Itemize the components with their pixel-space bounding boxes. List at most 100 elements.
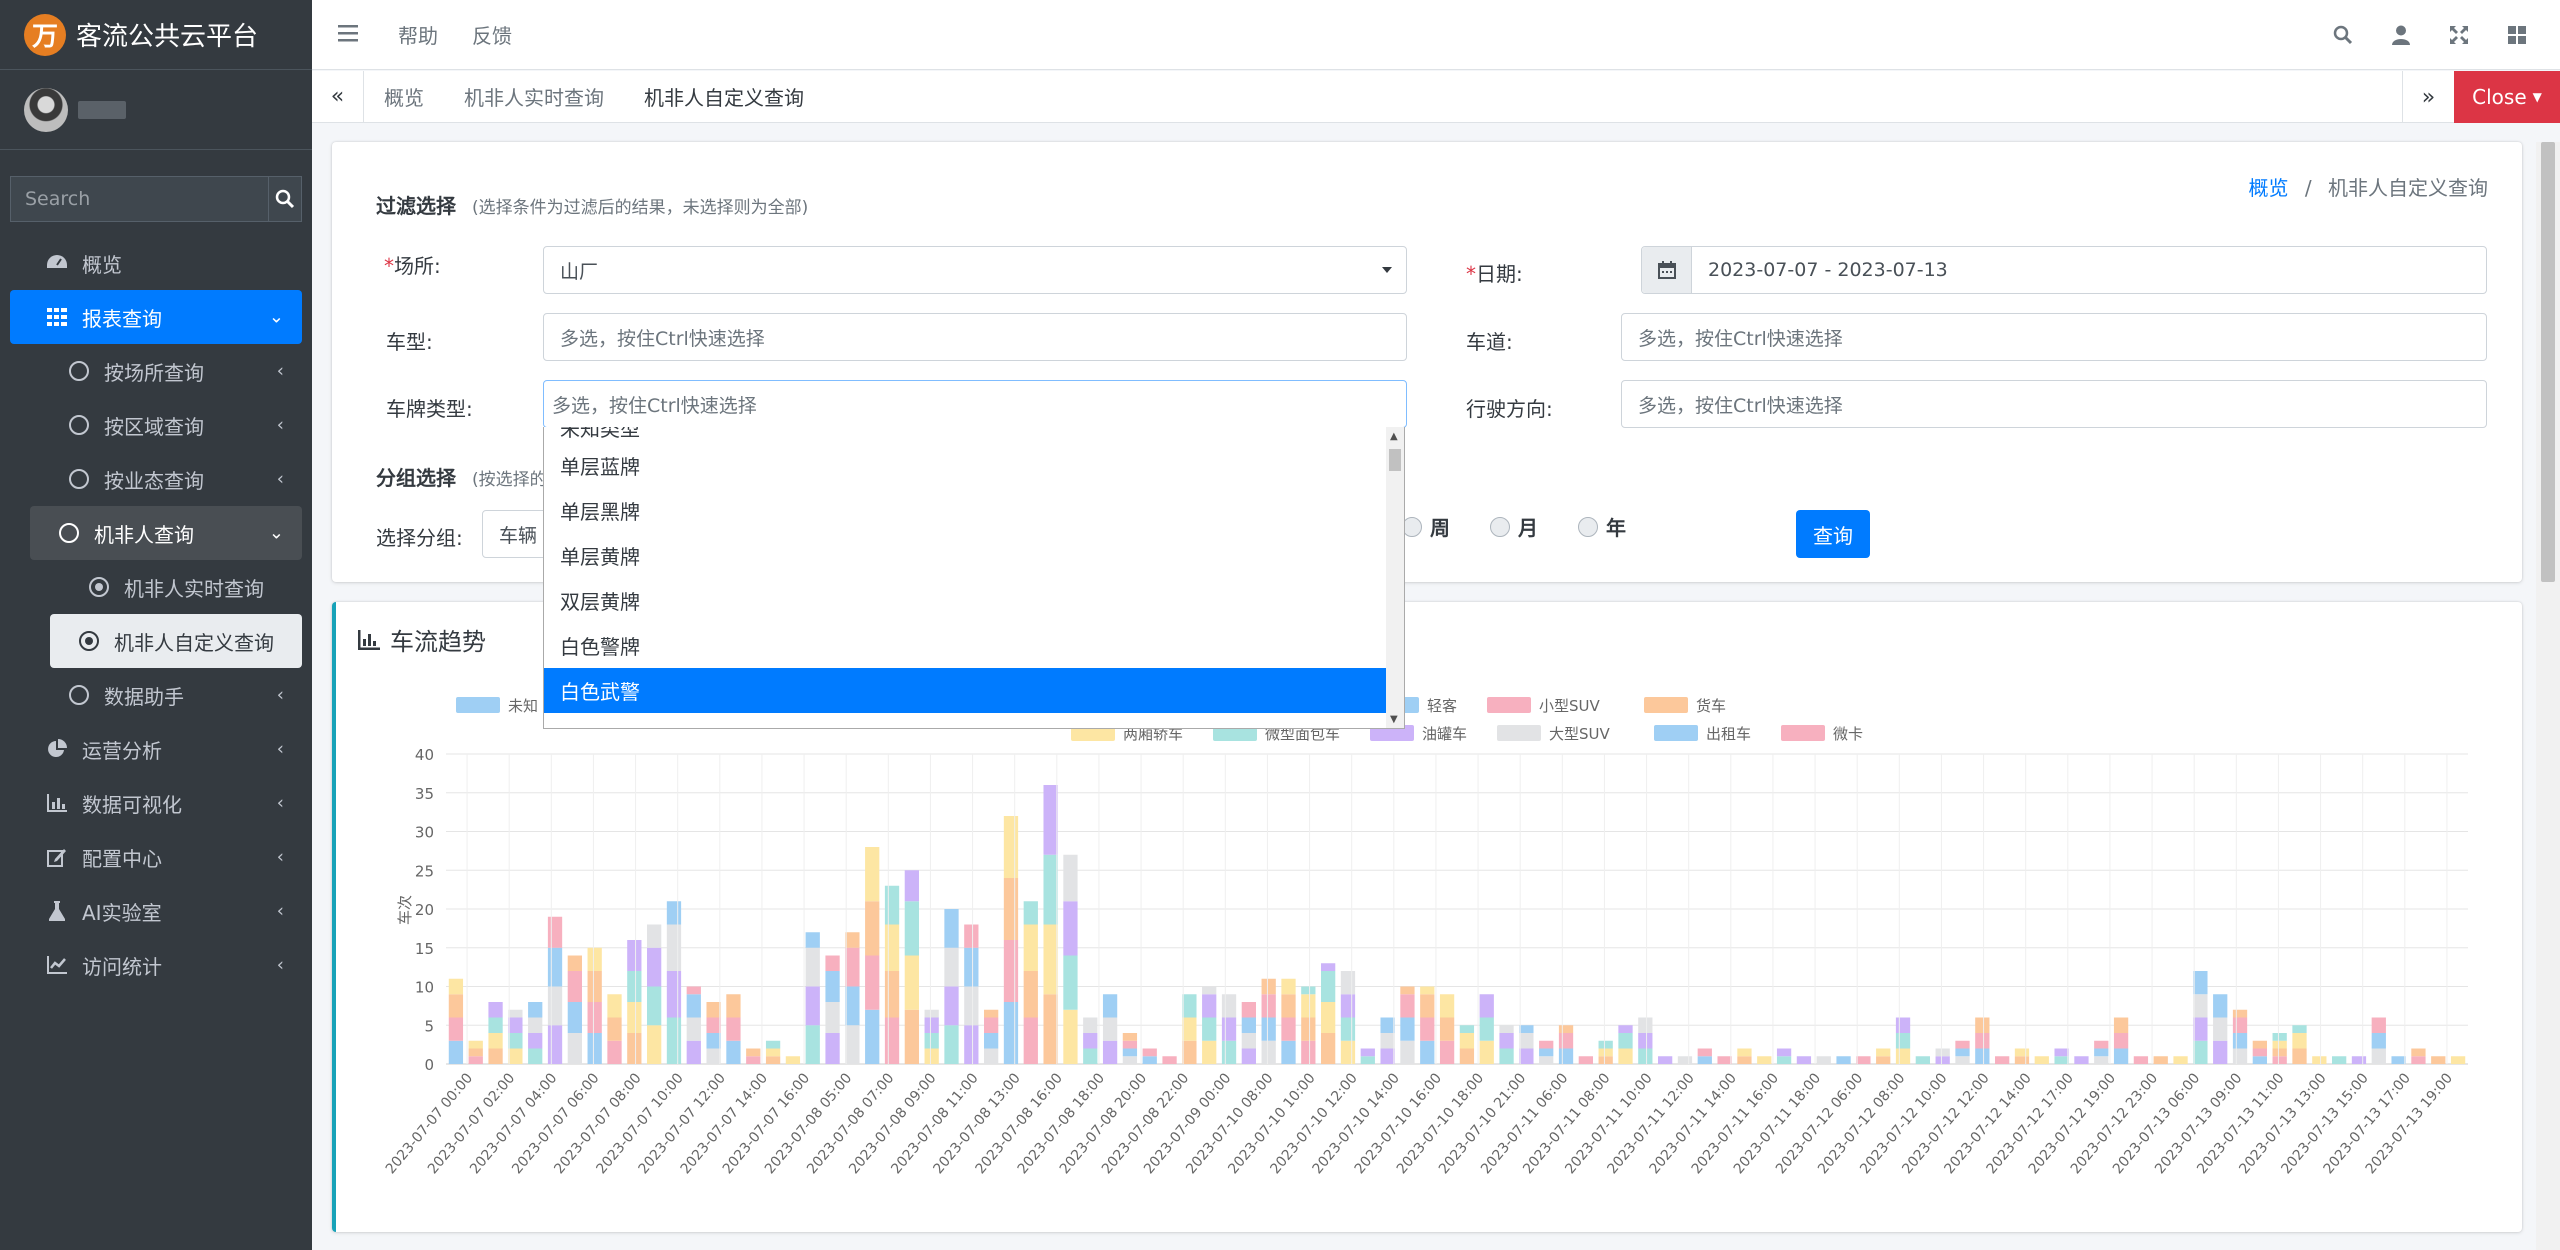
- dropdown-scroll-thumb[interactable]: [1389, 449, 1401, 471]
- radio-week[interactable]: 周: [1402, 512, 1450, 541]
- sidebar-item-vehicle-query[interactable]: 机非人查询 ⌄: [30, 506, 302, 560]
- sidebar-item-ai-lab[interactable]: AI实验室 ‹: [10, 884, 302, 938]
- sidebar-item-access-stats[interactable]: 访问统计 ‹: [10, 938, 302, 992]
- dropdown-option[interactable]: 未知类型: [544, 427, 1404, 443]
- query-button[interactable]: 查询: [1796, 510, 1870, 558]
- bar-segment: [607, 1040, 622, 1064]
- sidebar-item-data-assistant[interactable]: 数据助手 ‹: [10, 668, 302, 722]
- page-scroll-thumb[interactable]: [2541, 142, 2555, 582]
- bar-segment: [468, 1040, 483, 1049]
- sidebar-item-by-place[interactable]: 按场所查询 ‹: [10, 344, 302, 398]
- caret-down-icon: ▼: [2532, 90, 2542, 104]
- user-panel[interactable]: [0, 70, 312, 150]
- bar-segment: [567, 1002, 582, 1033]
- bar-segment: [706, 1002, 721, 1018]
- circle-icon: [66, 685, 92, 705]
- bar-segment: [825, 1002, 840, 1033]
- bar-segment: [2193, 1017, 2208, 1041]
- user-name[interactable]: [78, 100, 126, 119]
- help-link[interactable]: 帮助: [398, 20, 438, 49]
- sidebar-item-custom[interactable]: 机非人自定义查询: [50, 614, 302, 668]
- radio-year[interactable]: 年: [1578, 512, 1626, 541]
- avatar[interactable]: [24, 87, 68, 132]
- bar-segment: [448, 1017, 464, 1041]
- sidebar-item-operations[interactable]: 运营分析 ‹: [10, 722, 302, 776]
- sidebar-item-label: 运营分析: [82, 738, 162, 763]
- dropdown-scrollbar[interactable]: ▲ ▼: [1386, 427, 1404, 728]
- sidebar-item-realtime[interactable]: 机非人实时查询: [10, 560, 302, 614]
- breadcrumb-home[interactable]: 概览: [2249, 176, 2289, 200]
- legend-swatch: [456, 697, 500, 713]
- search-icon[interactable]: [2314, 25, 2372, 45]
- tab-custom[interactable]: 机非人自定义查询: [624, 71, 824, 123]
- close-tabs-button[interactable]: Close ▼: [2454, 71, 2560, 123]
- radio-month[interactable]: 月: [1490, 512, 1538, 541]
- menu-toggle-icon[interactable]: [338, 23, 364, 47]
- bar-segment: [1003, 816, 1019, 878]
- y-tick-label: 25: [415, 862, 434, 880]
- bar-segment: [2113, 1048, 2129, 1064]
- calendar-icon[interactable]: [1642, 247, 1692, 293]
- bar-segment: [2252, 1048, 2267, 1057]
- tab-realtime[interactable]: 机非人实时查询: [444, 71, 624, 123]
- feedback-link[interactable]: 反馈: [472, 20, 512, 49]
- bar-segment: [1539, 1040, 1554, 1049]
- legend-swatch: [1497, 725, 1541, 741]
- page-scrollbar[interactable]: [2536, 142, 2560, 1250]
- user-icon[interactable]: [2372, 25, 2430, 45]
- bar-segment: [1380, 1048, 1395, 1064]
- bar-segment: [765, 1056, 781, 1064]
- dropdown-option[interactable]: 单层黄牌: [544, 533, 1404, 578]
- bar-segment: [2272, 1048, 2287, 1057]
- bar-segment: [2113, 1017, 2129, 1033]
- dropdown-option[interactable]: 单层黑牌: [544, 488, 1404, 533]
- scroll-down-icon[interactable]: ▼: [1390, 714, 1398, 725]
- bar-segment: [1261, 1040, 1276, 1064]
- period-radio-group: 周 月 年: [1402, 512, 1666, 541]
- bar-segment: [1043, 924, 1058, 995]
- lane-select[interactable]: 多选，按住Ctrl快速选择: [1621, 313, 2487, 361]
- sidebar-item-by-format[interactable]: 按业态查询 ‹: [10, 452, 302, 506]
- bar-segment: [845, 932, 860, 948]
- bar-segment: [1539, 1056, 1554, 1064]
- legend-label: 微卡: [1833, 725, 1863, 743]
- brand[interactable]: 万 客流公共云平台: [0, 0, 312, 70]
- bar-segment: [1221, 994, 1237, 1018]
- sidebar-item-overview[interactable]: 概览: [10, 236, 302, 290]
- plate-type-select[interactable]: 多选，按住Ctrl快速选择: [543, 380, 1407, 428]
- scroll-up-icon[interactable]: ▲: [1390, 431, 1398, 442]
- dropdown-option-highlighted[interactable]: 白色武警: [544, 668, 1386, 713]
- place-select[interactable]: 山厂: [543, 246, 1407, 294]
- apps-grid-icon[interactable]: [2488, 26, 2546, 44]
- vehicle-type-select[interactable]: 多选，按住Ctrl快速选择: [543, 313, 1407, 361]
- tab-overview[interactable]: 概览: [364, 71, 444, 123]
- bar-segment: [1420, 994, 1435, 1018]
- bar-segment: [666, 1017, 682, 1064]
- bar-segment: [2074, 1056, 2089, 1064]
- sidebar-item-by-region[interactable]: 按区域查询 ‹: [10, 398, 302, 452]
- tabs-scroll-right-icon[interactable]: »: [2402, 71, 2454, 123]
- dropdown-option[interactable]: 白色警牌: [544, 623, 1404, 668]
- search-input[interactable]: [10, 176, 269, 222]
- sidebar-item-visualization[interactable]: 数据可视化 ‹: [10, 776, 302, 830]
- sidebar-item-label: AI实验室: [82, 900, 162, 925]
- sidebar-item-config[interactable]: 配置中心 ‹: [10, 830, 302, 884]
- direction-select[interactable]: 多选，按住Ctrl快速选择: [1621, 380, 2487, 428]
- date-range-input[interactable]: 2023-07-07 - 2023-07-13: [1641, 246, 2487, 294]
- bar-segment: [1023, 924, 1038, 971]
- dropdown-option[interactable]: 双层黄牌: [544, 578, 1404, 623]
- bar-segment: [1895, 1033, 1911, 1049]
- bar-segment: [1281, 994, 1296, 1018]
- bar-segment: [2450, 1056, 2466, 1064]
- dashboard-icon: [44, 254, 70, 272]
- bar-segment: [686, 994, 701, 1018]
- dot-circle-icon: [76, 631, 102, 651]
- dropdown-option[interactable]: 单层蓝牌: [544, 443, 1404, 488]
- bar-segment: [567, 1033, 582, 1064]
- sidebar-item-reports[interactable]: 报表查询 ⌄: [10, 290, 302, 344]
- bar-segment: [2173, 1056, 2188, 1064]
- tabs-scroll-left-icon[interactable]: «: [312, 70, 364, 123]
- search-button[interactable]: [269, 176, 302, 222]
- fullscreen-icon[interactable]: [2430, 26, 2488, 44]
- bar-segment: [468, 1048, 483, 1057]
